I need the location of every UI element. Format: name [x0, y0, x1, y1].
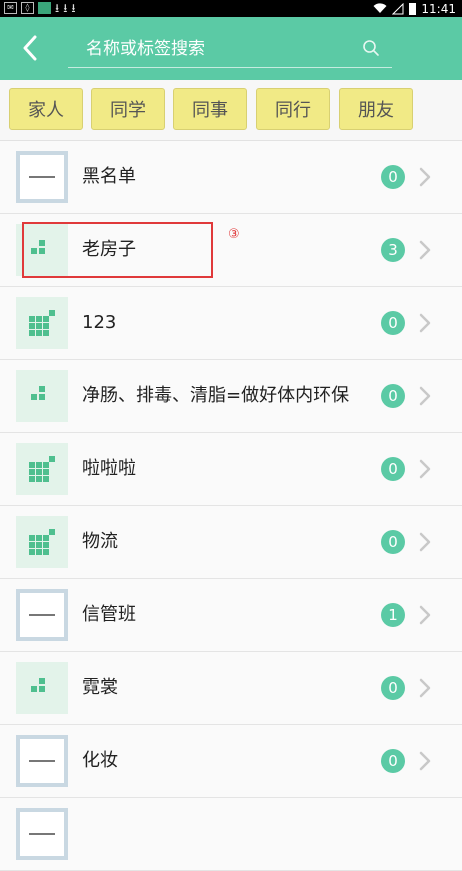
list-item-partial[interactable] [0, 798, 462, 871]
download-icon: ⭳ [55, 1, 60, 15]
tag-family[interactable]: 家人 [9, 88, 83, 130]
group-thumbnail [16, 297, 68, 349]
poster-thumbnail [16, 808, 68, 860]
grid-icon [29, 456, 55, 482]
search-box[interactable] [68, 29, 392, 68]
chevron-right-icon [419, 167, 431, 187]
chevron-right-icon [419, 751, 431, 771]
wechat-icon: ✉ [4, 2, 17, 14]
list-item-label: 霓裳 [82, 677, 118, 698]
tag-peer[interactable]: 同行 [256, 88, 330, 130]
list-item[interactable]: 啦啦啦 0 [0, 433, 462, 506]
list-item-label: 净肠、排毒、清脂=做好体内环保 [82, 385, 350, 406]
header-bar [0, 17, 462, 80]
count-badge: 0 [381, 749, 405, 773]
tag-colleague[interactable]: 同事 [173, 88, 247, 130]
chevron-right-icon [419, 386, 431, 406]
shield-icon: ◊ [21, 2, 34, 14]
battery-icon [409, 2, 417, 15]
grid-icon [29, 529, 55, 555]
annotation-marker: ③ [228, 227, 240, 242]
list-item[interactable]: 霓裳 0 [0, 652, 462, 725]
count-badge: 0 [381, 530, 405, 554]
list-item[interactable]: 123 0 [0, 287, 462, 360]
list-item-label: 123 [82, 312, 117, 333]
wifi-icon [373, 3, 387, 13]
poster-thumbnail [16, 735, 68, 787]
list-item[interactable]: 净肠、排毒、清脂=做好体内环保 0 [0, 360, 462, 433]
search-icon[interactable] [362, 39, 380, 57]
list-item[interactable]: 物流 0 [0, 506, 462, 579]
chevron-left-icon [23, 35, 37, 61]
poster-thumbnail [16, 151, 68, 203]
list-item[interactable]: 信管班 1 [0, 579, 462, 652]
status-right-icons: 11:41 [373, 0, 456, 17]
list-item-label: 信管班 [82, 604, 136, 625]
app-icon [38, 2, 51, 14]
chevron-right-icon [419, 459, 431, 479]
tag-filter-bar: 家人 同学 同事 同行 朋友 [0, 80, 462, 141]
download-icon: ⭳ [63, 1, 68, 15]
highlight-box [22, 222, 213, 278]
count-badge: 0 [381, 676, 405, 700]
list-item[interactable]: 黑名单 0 [0, 141, 462, 214]
count-badge: 0 [381, 457, 405, 481]
grid-icon [31, 678, 45, 692]
count-badge: 1 [381, 603, 405, 627]
chevron-right-icon [419, 605, 431, 625]
chevron-right-icon [419, 313, 431, 333]
list-item-label: 啦啦啦 [82, 458, 136, 479]
group-thumbnail [16, 662, 68, 714]
list-item-label: 化妆 [82, 750, 118, 771]
poster-thumbnail [16, 589, 68, 641]
status-bar: ✉ ◊ ⭳ ⭳ ⭳ 11:41 [0, 0, 462, 17]
chevron-right-icon [419, 532, 431, 552]
group-thumbnail [16, 370, 68, 422]
count-badge: 0 [381, 311, 405, 335]
list-item-label: 物流 [82, 531, 118, 552]
count-badge: 0 [381, 165, 405, 189]
count-badge: 0 [381, 384, 405, 408]
search-input[interactable] [84, 35, 348, 63]
group-thumbnail [16, 443, 68, 495]
list-item[interactable]: 化妆 0 [0, 725, 462, 798]
clock: 11:41 [421, 1, 456, 16]
grid-icon [31, 386, 45, 400]
chevron-right-icon [419, 678, 431, 698]
tag-friend[interactable]: 朋友 [339, 88, 413, 130]
signal-icon [392, 2, 404, 14]
grid-icon [29, 310, 55, 336]
download-icon: ⭳ [71, 1, 76, 15]
back-button[interactable] [14, 31, 46, 65]
chevron-right-icon [419, 240, 431, 260]
status-left-icons: ✉ ◊ ⭳ ⭳ ⭳ [4, 2, 76, 14]
list-item-label: 黑名单 [82, 166, 136, 187]
count-badge: 3 [381, 238, 405, 262]
group-thumbnail [16, 516, 68, 568]
tag-classmate[interactable]: 同学 [91, 88, 165, 130]
